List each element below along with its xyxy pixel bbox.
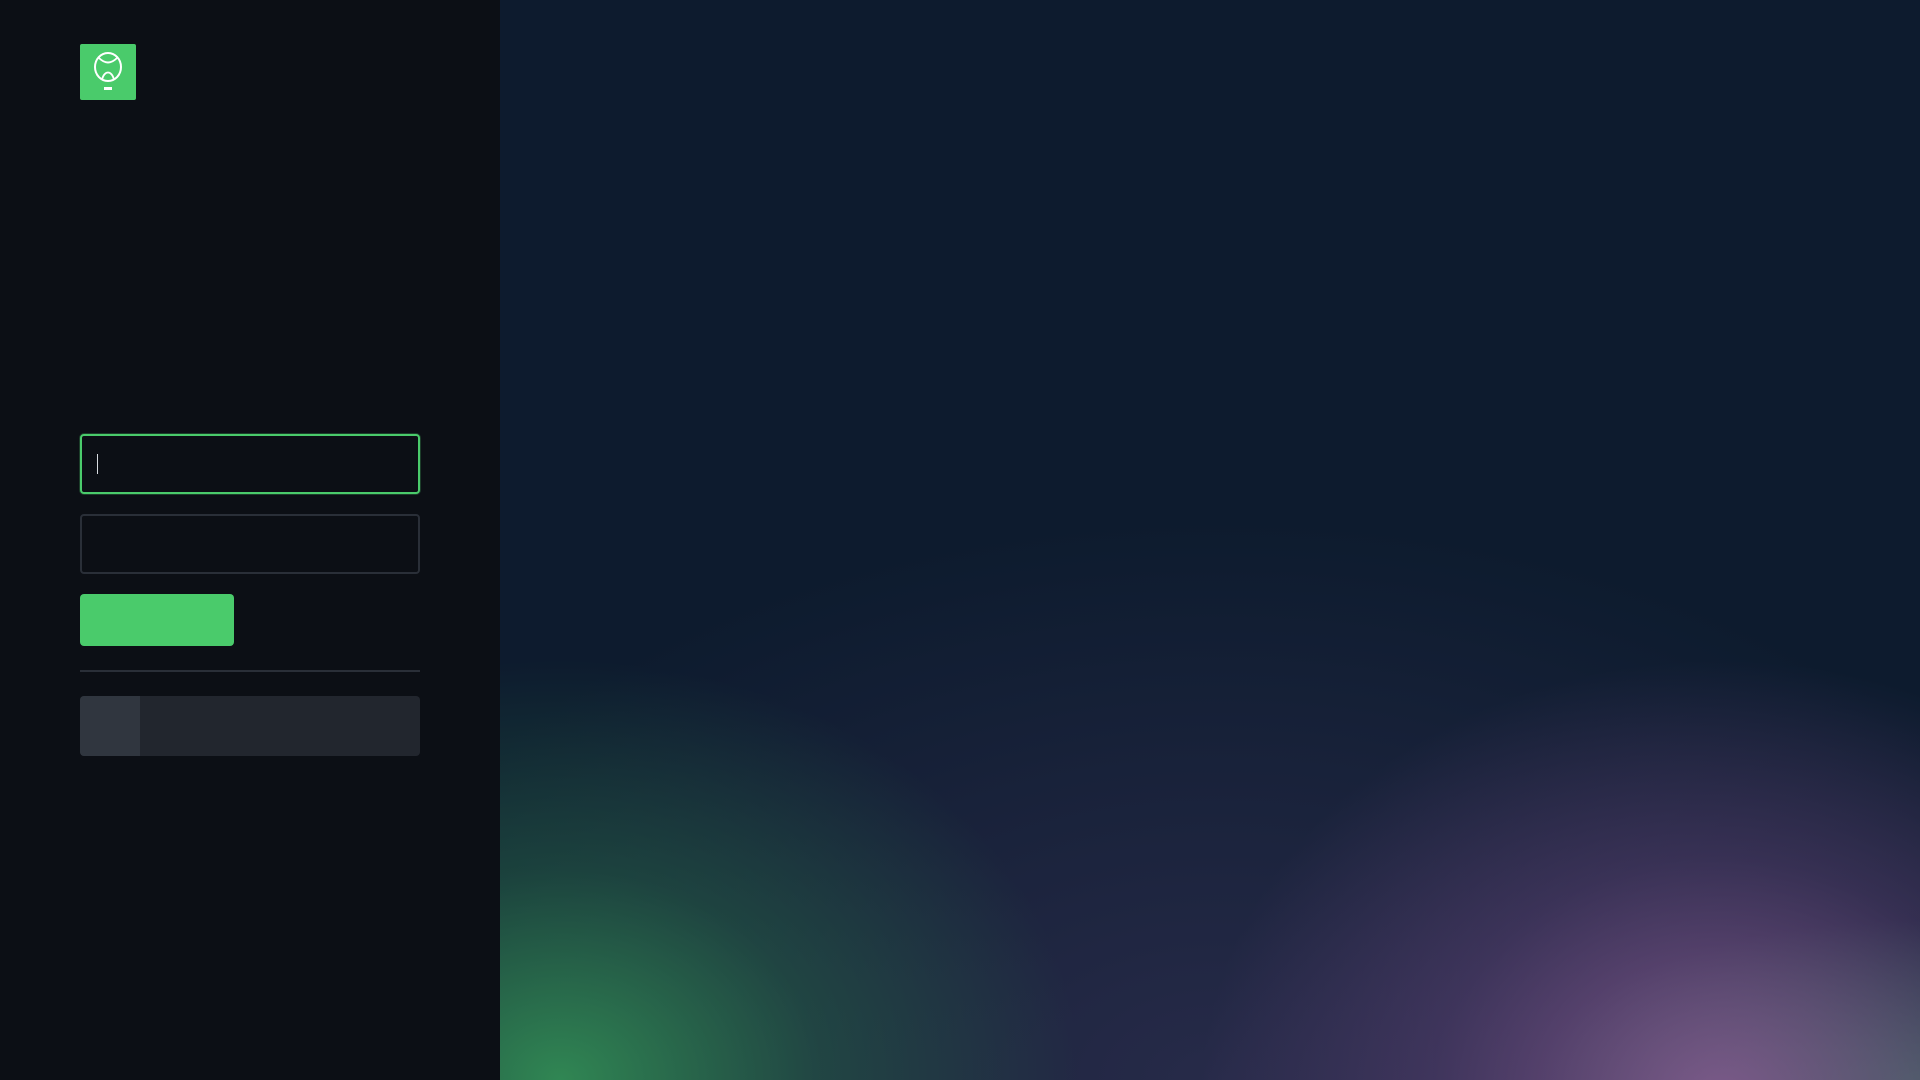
sign-in-button[interactable]: [80, 594, 234, 646]
login-page: [0, 0, 1920, 1080]
form-divider: [80, 670, 420, 672]
login-sidebar: [0, 0, 500, 1080]
account-icon: [80, 696, 140, 756]
hero-background: [500, 0, 1920, 1080]
brand-logo: [80, 44, 136, 100]
text-caret: [97, 454, 98, 474]
username-input[interactable]: [80, 434, 420, 494]
alternate-login-button[interactable]: [80, 696, 420, 756]
ubiquiti-logo-icon: [94, 52, 122, 90]
password-input[interactable]: [80, 514, 420, 574]
